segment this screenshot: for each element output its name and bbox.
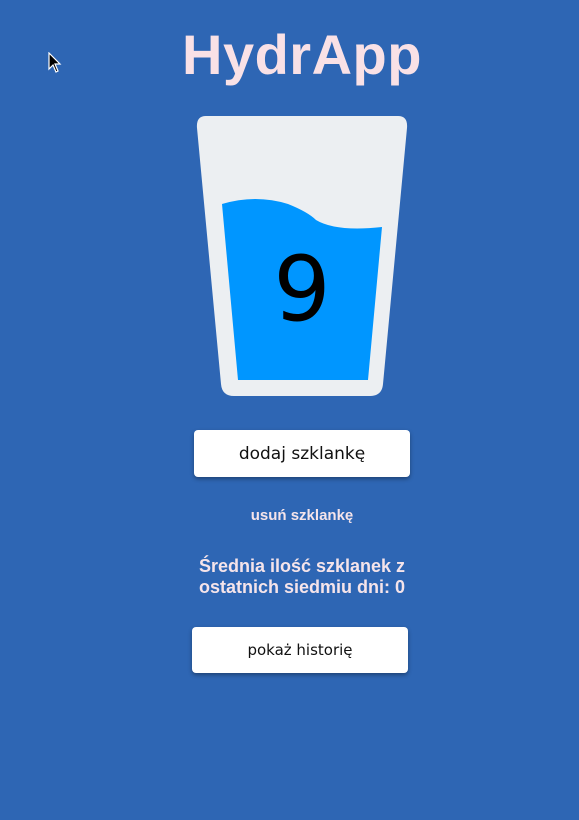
add-glass-button[interactable]: dodaj szklankę — [194, 430, 410, 477]
weekly-average-text: Średnia ilość szklanek z ostatnich siedm… — [198, 556, 406, 597]
glass-count: 9 — [273, 237, 331, 342]
water-glass: 9 — [196, 116, 408, 398]
show-history-button[interactable]: pokaż historię — [192, 627, 408, 673]
remove-glass-button[interactable]: usuń szklankę — [194, 505, 410, 527]
app-title: HydrApp — [182, 23, 422, 86]
